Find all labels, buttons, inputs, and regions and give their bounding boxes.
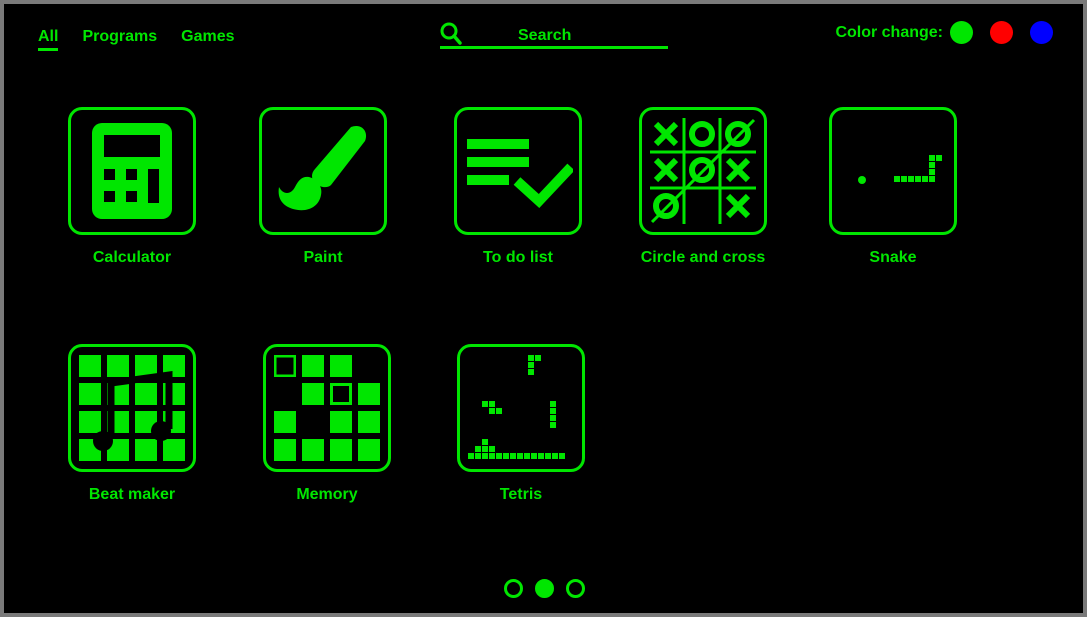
- app-calculator[interactable]: Calculator: [32, 107, 232, 267]
- app-beat-maker[interactable]: Beat maker: [32, 344, 232, 504]
- page-dot-1[interactable]: [504, 579, 523, 598]
- category-tabs: All Programs Games: [38, 28, 259, 51]
- app-label: Paint: [303, 249, 343, 266]
- tab-programs[interactable]: Programs: [82, 28, 157, 51]
- search-input[interactable]: Search: [440, 22, 668, 49]
- page-dot-3[interactable]: [566, 579, 585, 598]
- tic-tac-toe-icon: [650, 118, 756, 224]
- app-tile: [68, 107, 196, 235]
- app-label: Tetris: [499, 486, 543, 503]
- music-grid-icon: [79, 355, 185, 461]
- snake-icon: [858, 155, 942, 184]
- app-tile: [454, 107, 582, 235]
- color-change: Color change:: [835, 21, 1053, 44]
- tetris-icon: [468, 355, 565, 459]
- pagination: [504, 579, 585, 598]
- app-label: To do list: [483, 249, 553, 266]
- app-tile: [829, 107, 957, 235]
- paintbrush-icon: [278, 125, 367, 211]
- color-swatch-blue[interactable]: [1030, 21, 1053, 44]
- app-tile: [639, 107, 767, 235]
- app-label: Circle and cross: [640, 249, 766, 266]
- search-icon: [440, 22, 462, 45]
- app-snake[interactable]: Snake: [793, 107, 993, 267]
- color-swatch-red[interactable]: [990, 21, 1013, 44]
- color-swatch-green[interactable]: [950, 21, 973, 44]
- app-todo-list[interactable]: To do list: [418, 107, 618, 267]
- tab-games[interactable]: Games: [181, 28, 234, 51]
- tab-all[interactable]: All: [38, 28, 59, 51]
- app-tile: [457, 344, 585, 472]
- app-paint[interactable]: Paint: [223, 107, 423, 267]
- calculator-icon: [92, 123, 172, 219]
- app-tile: [259, 107, 387, 235]
- app-label: Snake: [869, 249, 917, 266]
- app-tile: [263, 344, 391, 472]
- search-placeholder: Search: [518, 27, 572, 44]
- app-tile: [68, 344, 196, 472]
- app-memory[interactable]: Memory: [227, 344, 427, 504]
- app-label: Memory: [296, 486, 358, 503]
- app-tetris[interactable]: Tetris: [421, 344, 621, 504]
- app-label: Beat maker: [88, 486, 176, 503]
- app-launcher: All Programs Games Search Color change:: [4, 4, 1083, 613]
- page-dot-2-current[interactable]: [535, 579, 554, 598]
- memory-grid-icon: [274, 355, 380, 461]
- app-label: Calculator: [92, 249, 172, 266]
- checklist-icon: [467, 139, 573, 209]
- app-circle-and-cross[interactable]: Circle and cross: [603, 107, 803, 267]
- color-change-label: Color change:: [835, 23, 943, 41]
